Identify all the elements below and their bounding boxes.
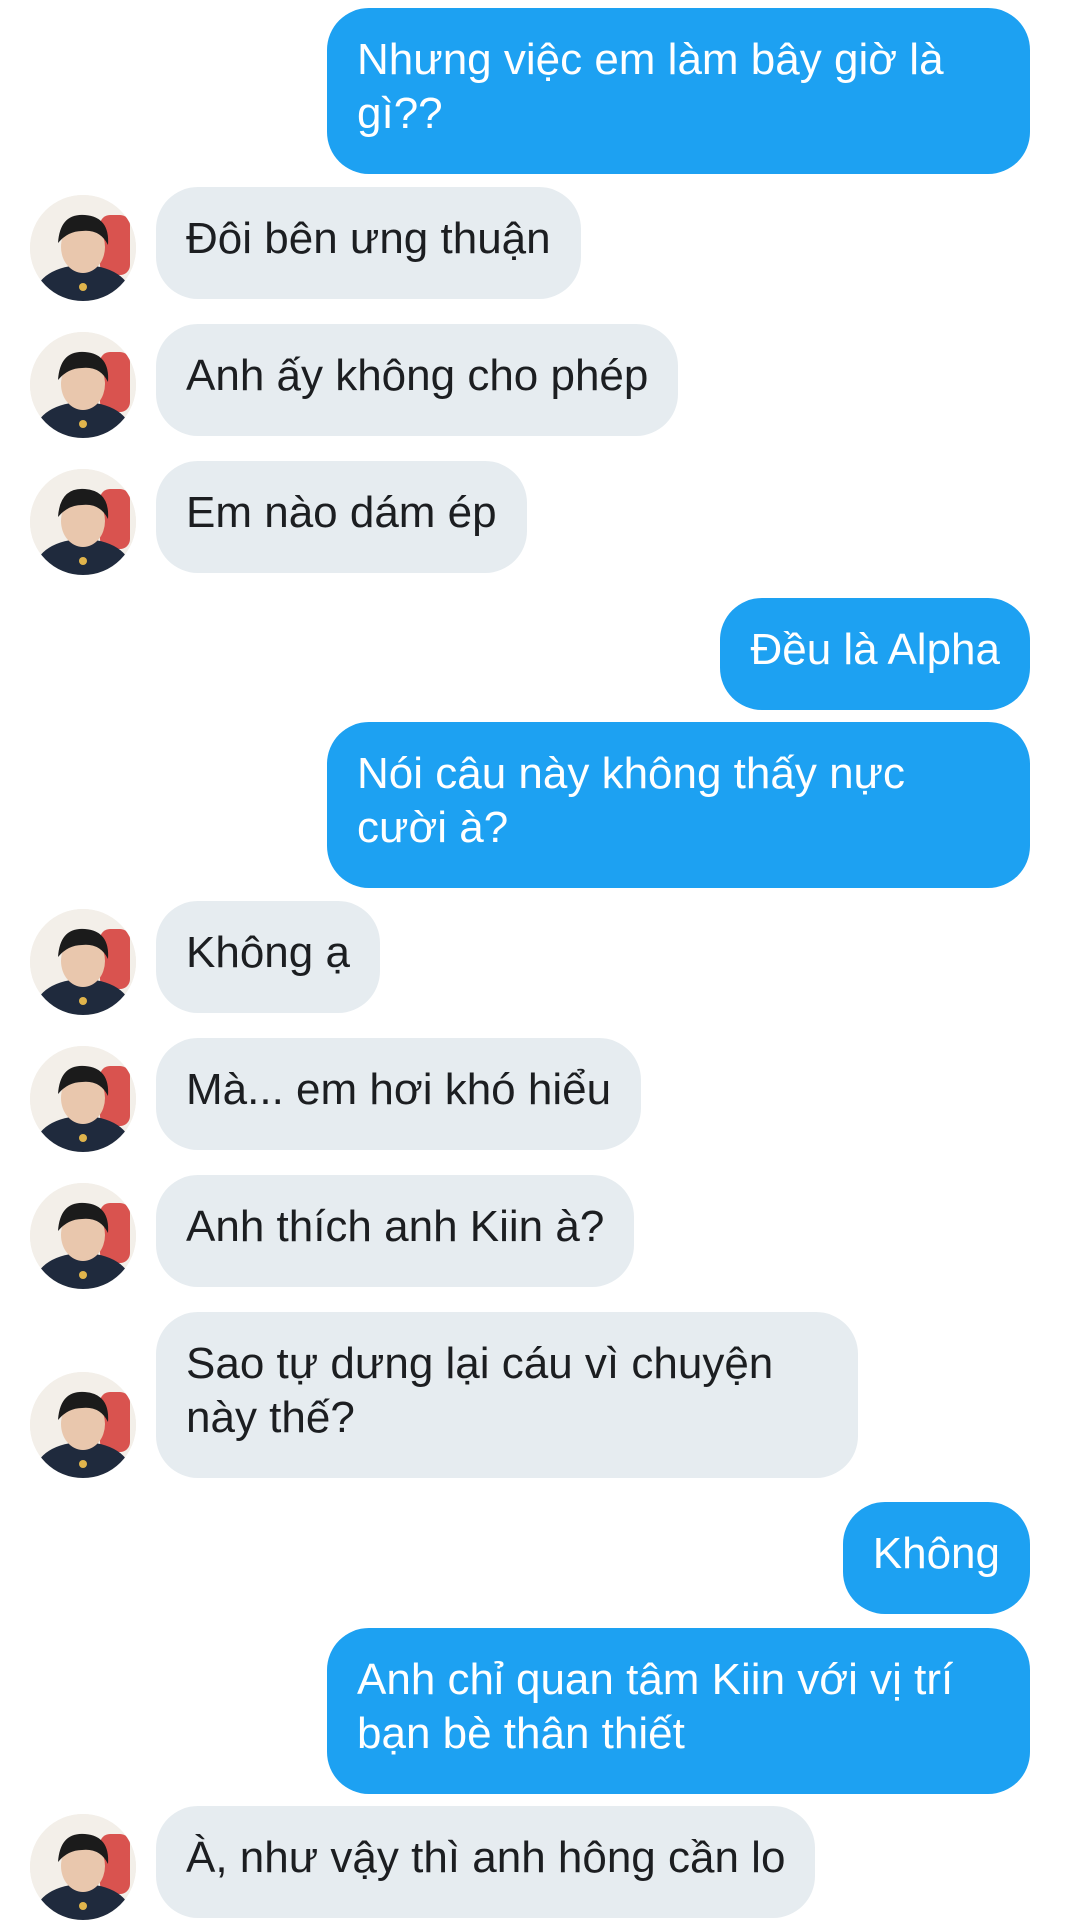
contact-avatar[interactable]: [30, 469, 136, 575]
contact-avatar[interactable]: [30, 1046, 136, 1152]
incoming-message-bubble[interactable]: Anh ấy không cho phép: [156, 324, 679, 436]
contact-avatar[interactable]: [30, 1183, 136, 1289]
outgoing-message-bubble[interactable]: Đều là Alpha: [720, 598, 1030, 710]
contact-avatar[interactable]: [30, 332, 136, 438]
incoming-message-bubble[interactable]: Mà... em hơi khó hiểu: [156, 1038, 642, 1150]
incoming-message-bubble[interactable]: Đôi bên ưng thuận: [156, 187, 581, 299]
outgoing-message-bubble[interactable]: Nhưng việc em làm bây giờ là gì??: [327, 8, 1030, 174]
outgoing-message-bubble[interactable]: Không: [842, 1502, 1030, 1614]
incoming-message-bubble[interactable]: À, như vậy thì anh hông cần lo: [156, 1806, 816, 1918]
contact-avatar[interactable]: [30, 909, 136, 1015]
incoming-message-bubble[interactable]: Sao tự dưng lại cáu vì chuyện này thế?: [156, 1312, 858, 1478]
incoming-message-bubble[interactable]: Em nào dám ép: [156, 461, 527, 573]
outgoing-message-bubble[interactable]: Nói câu này không thấy nực cười à?: [327, 722, 1030, 888]
contact-avatar[interactable]: [30, 195, 136, 301]
incoming-message-bubble[interactable]: Anh thích anh Kiin à?: [156, 1175, 635, 1287]
outgoing-message-bubble[interactable]: Anh chỉ quan tâm Kiin với vị trí bạn bè …: [327, 1628, 1030, 1794]
incoming-message-bubble[interactable]: Không ạ: [156, 901, 380, 1013]
contact-avatar[interactable]: [30, 1814, 136, 1920]
contact-avatar[interactable]: [30, 1372, 136, 1478]
